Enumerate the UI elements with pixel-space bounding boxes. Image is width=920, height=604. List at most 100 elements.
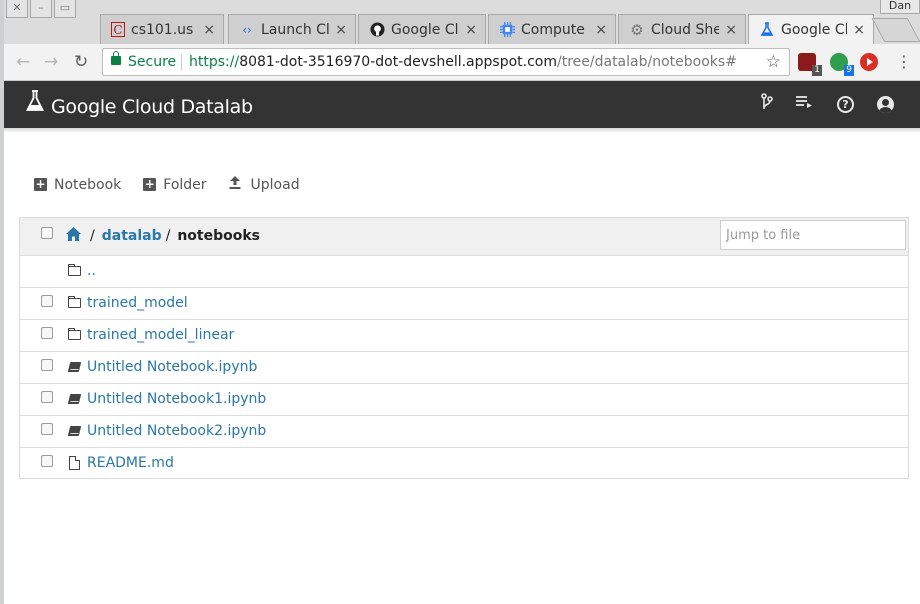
code-brackets-icon: ‹› — [242, 22, 252, 37]
reload-icon[interactable]: ↻ — [74, 52, 88, 72]
close-tab-icon[interactable]: × — [853, 22, 865, 38]
new-folder-button[interactable]: + Folder — [143, 176, 207, 193]
back-arrow-icon[interactable]: ← — [16, 52, 30, 72]
tab-strip: ✕ – ▭ C cs101.us × ‹› Launch Cl × Google… — [4, 0, 920, 44]
file-name[interactable]: Untitled Notebook1.ipynb — [87, 391, 266, 407]
plus-icon: + — [34, 177, 47, 191]
secure-label: Secure — [128, 54, 177, 70]
datalab-logo-icon — [26, 90, 44, 117]
new-folder-label: Folder — [163, 176, 207, 193]
ublock-icon[interactable]: 1 — [798, 53, 822, 76]
file-name[interactable]: .. — [87, 263, 96, 279]
tab-label: Cloud She — [651, 21, 720, 38]
file-name[interactable]: Untitled Notebook2.ipynb — [87, 423, 266, 439]
file-name[interactable]: Untitled Notebook.ipynb — [87, 359, 257, 375]
row-checkbox[interactable] — [41, 295, 53, 307]
breadcrumb-datalab[interactable]: datalab — [102, 228, 162, 244]
folder-icon — [67, 263, 83, 279]
tab-cs101[interactable]: C cs101.us × — [100, 14, 224, 44]
jump-to-file-input[interactable] — [720, 220, 906, 250]
row-checkbox[interactable] — [41, 423, 53, 435]
close-tab-icon[interactable]: × — [465, 22, 477, 38]
account-icon[interactable] — [877, 96, 894, 113]
new-tab-button[interactable] — [871, 18, 920, 42]
row-checkbox[interactable] — [41, 391, 53, 403]
row-checkbox[interactable] — [41, 359, 53, 371]
list-icon[interactable] — [796, 94, 812, 115]
upload-label: Upload — [250, 176, 300, 193]
tab-label: cs101.us — [131, 21, 194, 38]
bookmark-star-icon[interactable]: ☆ — [766, 52, 781, 72]
file-name[interactable]: README.md — [87, 455, 174, 471]
green-dot-icon[interactable]: 9 — [830, 53, 854, 76]
plus-icon: + — [143, 177, 157, 191]
close-tab-icon[interactable]: × — [335, 22, 347, 38]
tab-launch[interactable]: ‹› Launch Cl × — [228, 14, 356, 44]
address-divider — [181, 54, 182, 71]
folder-icon — [67, 327, 83, 343]
minimize-window-button[interactable]: – — [30, 0, 52, 18]
row-checkbox[interactable] — [41, 327, 53, 339]
tab-github[interactable]: Google Cl × — [358, 14, 486, 44]
url-path: /tree/datalab/notebooks# — [557, 54, 737, 70]
row-checkbox[interactable] — [41, 455, 53, 467]
file-row[interactable]: trained_model_linear — [20, 320, 908, 352]
action-bar: + Notebook + Folder Upload — [34, 176, 300, 193]
file-row-parent[interactable]: .. — [20, 256, 908, 288]
close-tab-icon[interactable]: × — [595, 22, 607, 38]
forward-arrow-icon[interactable]: → — [44, 52, 58, 72]
breadcrumb-separator: / — [165, 227, 171, 244]
tab-label: Launch Cl — [261, 21, 330, 38]
chip-icon — [499, 22, 515, 38]
tab-cloud-shell[interactable]: ⚙ Cloud She × — [618, 14, 746, 44]
file-list-header: / datalab / notebooks — [20, 218, 908, 256]
close-window-button[interactable]: ✕ — [6, 0, 28, 18]
notebook-icon — [67, 359, 83, 375]
file-name[interactable]: trained_model — [87, 295, 188, 311]
upload-button[interactable]: Upload — [229, 176, 300, 193]
lock-icon — [111, 51, 121, 65]
profile-button[interactable]: Dan — [880, 0, 920, 14]
home-icon[interactable] — [66, 226, 81, 245]
extension-badge: 1 — [812, 65, 822, 76]
breadcrumb-current: notebooks — [177, 227, 261, 244]
select-all-checkbox[interactable] — [41, 227, 53, 239]
tab-compute[interactable]: Compute × — [488, 14, 616, 44]
tab-label: Compute — [521, 21, 585, 38]
notebook-icon — [67, 391, 83, 407]
tab-label: Google Cl — [391, 21, 459, 38]
flask-icon — [759, 22, 775, 38]
help-icon[interactable]: ? — [837, 96, 854, 113]
upload-icon — [229, 176, 241, 193]
tab-datalab[interactable]: Google Cl × — [748, 14, 874, 44]
file-row[interactable]: trained_model — [20, 288, 908, 320]
url-text[interactable]: https://8081-dot-3516970-dot-devshell.ap… — [189, 54, 737, 70]
app-title: Google Cloud Datalab — [51, 96, 253, 118]
file-row[interactable]: Untitled Notebook2.ipynb — [20, 416, 908, 448]
breadcrumb: / datalab / notebooks — [66, 226, 260, 245]
new-notebook-button[interactable]: + Notebook — [34, 176, 121, 193]
notebook-icon — [67, 423, 83, 439]
close-tab-icon[interactable]: × — [725, 22, 737, 38]
browser-toolbar: ← → ↻ Secure https://8081-dot-3516970-do… — [4, 44, 920, 81]
file-row[interactable]: Untitled Notebook1.ipynb — [20, 384, 908, 416]
maximize-window-button[interactable]: ▭ — [54, 0, 76, 18]
file-row[interactable]: Untitled Notebook.ipynb — [20, 352, 908, 384]
file-name[interactable]: trained_model_linear — [87, 327, 234, 343]
url-scheme: https:// — [189, 54, 240, 70]
extension-badge: 9 — [844, 65, 854, 76]
record-icon[interactable] — [860, 53, 878, 71]
new-notebook-label: Notebook — [54, 176, 122, 193]
app-header: Google Cloud Datalab ? — [4, 81, 920, 128]
letter-c-icon: C — [111, 22, 125, 37]
close-tab-icon[interactable]: × — [203, 22, 215, 38]
folder-icon — [67, 295, 83, 311]
tab-label: Google Cl — [781, 21, 848, 38]
header-shadow — [4, 128, 920, 133]
url-host: 8081-dot-3516970-dot-devshell.appspot.co… — [239, 54, 557, 70]
file-row[interactable]: README.md — [20, 448, 908, 480]
browser-menu-icon[interactable]: ⋮ — [896, 52, 912, 71]
address-bar[interactable]: Secure https://8081-dot-3516970-dot-devs… — [102, 48, 790, 76]
breadcrumb-separator: / — [90, 227, 95, 244]
git-branch-icon[interactable] — [760, 93, 774, 116]
